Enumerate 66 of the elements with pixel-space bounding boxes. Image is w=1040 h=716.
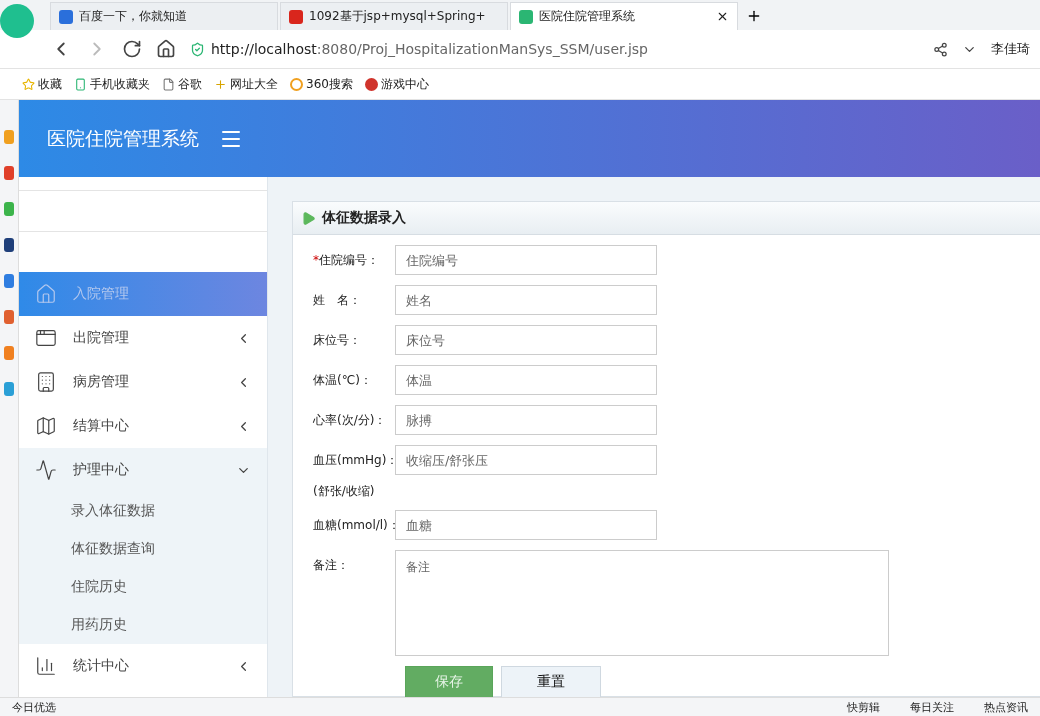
field-label: 血压(mmHg)： xyxy=(313,452,395,469)
home-icon xyxy=(35,283,57,305)
status-item[interactable]: 今日优选 xyxy=(12,699,56,715)
bookmark-link[interactable]: 收藏 xyxy=(22,75,62,93)
user-name[interactable]: 李佳琦 xyxy=(991,40,1030,58)
url-text: http://localhost:8080/Proj_HospitalizationManSys_SSM/user.jsp xyxy=(211,41,648,57)
app-icon[interactable] xyxy=(4,238,14,252)
phone-icon xyxy=(74,77,87,91)
input-field[interactable]: 姓名 xyxy=(395,285,657,315)
input-field[interactable]: 体温 xyxy=(395,365,657,395)
page-icon xyxy=(162,77,175,91)
building-icon xyxy=(35,371,57,393)
bookmark-link[interactable]: 游戏中心 xyxy=(364,75,429,93)
app-title: 医院住院管理系统 xyxy=(47,125,199,151)
text-area[interactable]: 备注 xyxy=(395,550,889,656)
map-icon xyxy=(35,415,57,437)
plus-icon xyxy=(214,77,227,91)
bookmark-link[interactable]: 手机收藏夹 xyxy=(74,75,150,93)
browser-tab[interactable]: 医院住院管理系统 xyxy=(510,2,738,30)
submenu-item[interactable]: 用药历史 xyxy=(19,606,267,644)
field-label: 床位号： xyxy=(313,332,362,349)
field-label: 体温(℃)： xyxy=(313,372,373,389)
field-label: 备注： xyxy=(313,557,350,574)
reset-button[interactable]: 重置 xyxy=(501,666,601,698)
submenu-item[interactable]: 住院历史 xyxy=(19,568,267,606)
status-item[interactable]: 每日关注 xyxy=(910,699,954,715)
field-label: 姓 名： xyxy=(313,292,362,309)
bookmark-link[interactable]: 谷歌 xyxy=(162,75,202,93)
browser-tab[interactable]: 百度一下，你就知道 xyxy=(50,2,278,30)
refresh-icon[interactable] xyxy=(122,39,142,59)
input-field[interactable]: 脉搏 xyxy=(395,405,657,435)
input-field[interactable]: 床位号 xyxy=(395,325,657,355)
status-item[interactable]: 快剪辑 xyxy=(847,699,880,715)
submenu-item[interactable]: 体征数据查询 xyxy=(19,530,267,568)
field-label: 血糖(mmol/l)： xyxy=(313,517,395,534)
favicon-icon xyxy=(519,9,533,24)
panel-title: 体征数据录入 xyxy=(322,209,406,227)
home-icon[interactable] xyxy=(156,39,176,59)
line-chart-icon xyxy=(35,459,57,481)
bar-chart-icon xyxy=(35,655,57,677)
input-field[interactable]: 血糖 xyxy=(395,510,657,540)
browser-logo[interactable] xyxy=(0,4,34,38)
windows-icon xyxy=(35,327,57,349)
bookmark-link[interactable]: 网址大全 xyxy=(214,75,278,93)
star-icon xyxy=(22,77,35,91)
menu-item[interactable]: 护理中心 xyxy=(19,448,267,492)
close-icon[interactable] xyxy=(716,10,729,23)
browser-tab[interactable]: 1092基于jsp+mysql+Spring+ xyxy=(280,2,508,30)
address-field[interactable]: http://localhost:8080/Proj_HospitalizationManSys_SSM/user.jsp xyxy=(190,41,919,57)
submenu-item[interactable]: 录入体征数据 xyxy=(19,492,267,530)
input-field[interactable]: 住院编号 xyxy=(395,245,657,275)
bookmark-link[interactable]: 360搜索 xyxy=(290,75,353,93)
field-label: 心率(次/分)： xyxy=(313,412,388,429)
play-icon xyxy=(301,210,316,226)
favicon-icon xyxy=(59,9,73,24)
secure-icon xyxy=(190,41,205,57)
app-icon[interactable] xyxy=(4,274,14,288)
status-item[interactable]: 热点资讯 xyxy=(984,699,1028,715)
app-icon[interactable] xyxy=(4,166,14,180)
ring-icon xyxy=(290,77,303,91)
field-label: *住院编号： xyxy=(313,252,380,269)
field-note: (舒张/收缩) xyxy=(313,483,376,500)
share-icon[interactable] xyxy=(933,41,948,57)
input-field[interactable]: 收缩压/舒张压 xyxy=(395,445,657,475)
new-tab-icon[interactable] xyxy=(746,8,762,24)
favicon-icon xyxy=(289,9,303,24)
